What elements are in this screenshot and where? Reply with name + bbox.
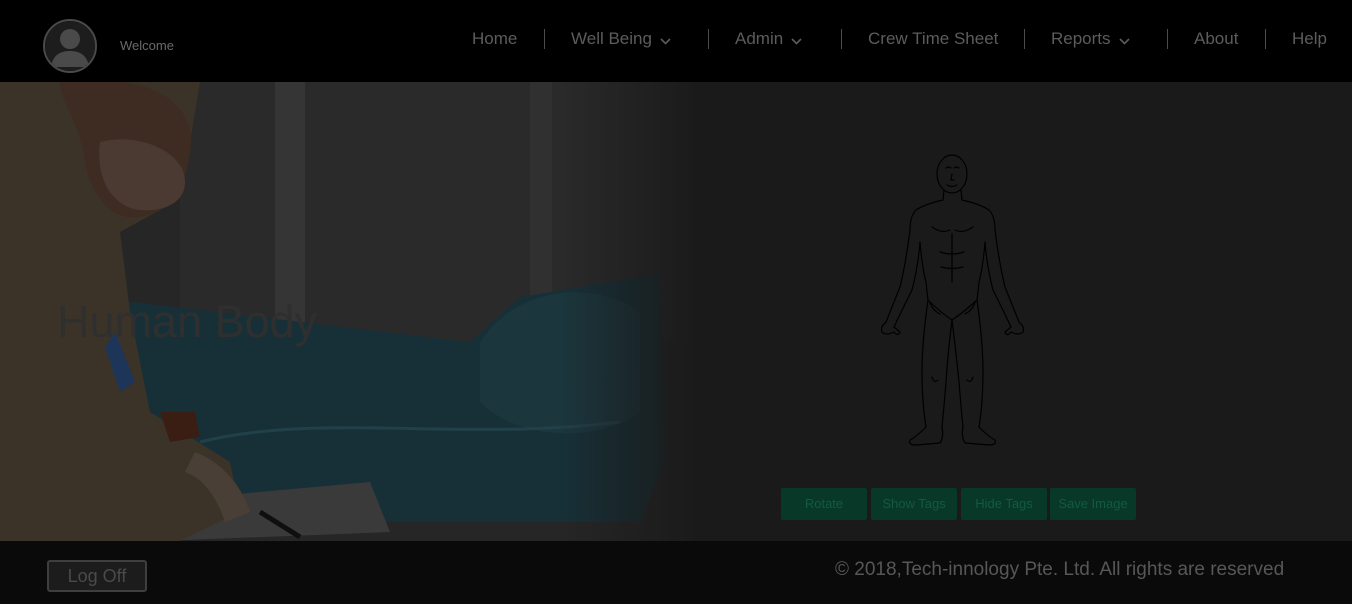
show-tags-button[interactable]: Show Tags: [871, 488, 957, 520]
hide-tags-button[interactable]: Hide Tags: [961, 488, 1047, 520]
nav-help[interactable]: Help: [1292, 29, 1327, 49]
hero-section: Human Body Rotate Show Tags Hide Tags Sa…: [0, 82, 1352, 541]
chevron-down-icon: [660, 30, 671, 50]
page: Welcome Home Well Being Admin Crew Time …: [0, 0, 1352, 604]
nav-help-label: Help: [1292, 29, 1327, 48]
nav-about[interactable]: About: [1194, 29, 1238, 49]
nav-reports[interactable]: Reports: [1051, 29, 1130, 49]
nav-about-label: About: [1194, 29, 1239, 48]
chevron-down-icon: [791, 30, 802, 50]
nav-crew-time-sheet-label: Crew Time Sheet: [868, 29, 999, 48]
nav-divider: [841, 29, 842, 49]
human-body-figure[interactable]: [870, 152, 1035, 452]
rotate-button[interactable]: Rotate: [781, 488, 867, 520]
log-off-button[interactable]: Log Off: [47, 560, 147, 592]
save-image-button[interactable]: Save Image: [1050, 488, 1136, 520]
nav-crew-time-sheet[interactable]: Crew Time Sheet: [868, 29, 998, 49]
nav-well-being[interactable]: Well Being: [571, 29, 671, 49]
footer: Log Off © 2018,Tech-innology Pte. Ltd. A…: [0, 541, 1352, 604]
nav-divider: [1024, 29, 1025, 49]
nav-divider: [1167, 29, 1168, 49]
page-title: Human Body: [57, 296, 318, 347]
nav-reports-label: Reports: [1051, 29, 1111, 48]
main-nav: Home Well Being Admin Crew Time Sheet Re…: [0, 0, 1352, 82]
nav-divider: [544, 29, 545, 49]
nav-divider: [708, 29, 709, 49]
copyright-text: © 2018,Tech-innology Pte. Ltd. All right…: [835, 559, 1285, 580]
nav-admin[interactable]: Admin: [735, 29, 802, 49]
nav-well-being-label: Well Being: [571, 29, 652, 48]
chevron-down-icon: [1118, 30, 1130, 50]
nav-home-label: Home: [472, 29, 518, 48]
nav-admin-label: Admin: [735, 29, 784, 48]
top-navbar: Welcome Home Well Being Admin Crew Time …: [0, 0, 1352, 82]
nav-home[interactable]: Home: [472, 29, 517, 49]
nav-divider: [1265, 29, 1266, 49]
